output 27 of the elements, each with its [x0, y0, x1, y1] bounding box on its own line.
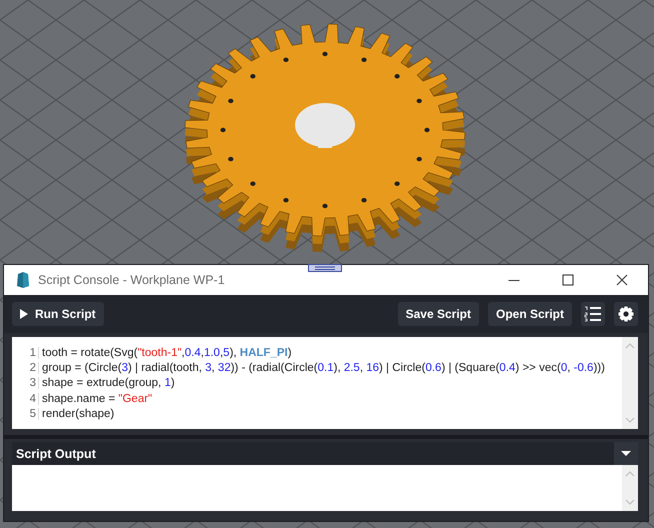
code-line: shape.name = "Gear"	[42, 392, 152, 405]
line-number: 1	[24, 346, 39, 359]
toolbar-button[interactable]: Save Script	[398, 302, 479, 326]
numbered-list-icon	[584, 306, 602, 322]
code-line: shape = extrude(group, 1)	[42, 377, 175, 390]
settings-icon	[618, 306, 634, 322]
line-number: 3	[24, 377, 39, 390]
panel-title: Script Output	[16, 446, 96, 460]
window-title: Script Console - Workplane WP-1	[38, 273, 225, 287]
list-button[interactable]	[581, 302, 605, 326]
settings-button[interactable]	[614, 302, 638, 326]
toolbar-button[interactable]: Open Script	[488, 302, 572, 326]
splitter-handle[interactable]	[308, 264, 342, 272]
maximize-icon[interactable]	[562, 274, 574, 286]
app-icon	[16, 271, 30, 289]
code-line: tooth = rotate(Svg("tooth-1",0.4,1.0,5), HALF_PI)	[42, 346, 292, 359]
code-line: render(shape)	[42, 408, 114, 420]
toolbar-button[interactable]: Run Script	[12, 302, 104, 326]
play-icon	[20, 309, 28, 319]
close-icon[interactable]	[616, 274, 628, 286]
code-line: group = (Circle(3) | radial(tooth, 3, 32)) - (radial(Circle(0.1), 2.5, 16) | Circle(0.6) | (Square(0.4) >> vec(0, -0.6)))	[42, 362, 605, 374]
line-number: 2	[24, 362, 39, 374]
line-number: 5	[24, 408, 39, 420]
line-number: 4	[24, 392, 39, 405]
code-editor[interactable]	[12, 337, 638, 429]
caret-icon	[621, 451, 631, 456]
dropdown-button[interactable]	[614, 442, 638, 465]
